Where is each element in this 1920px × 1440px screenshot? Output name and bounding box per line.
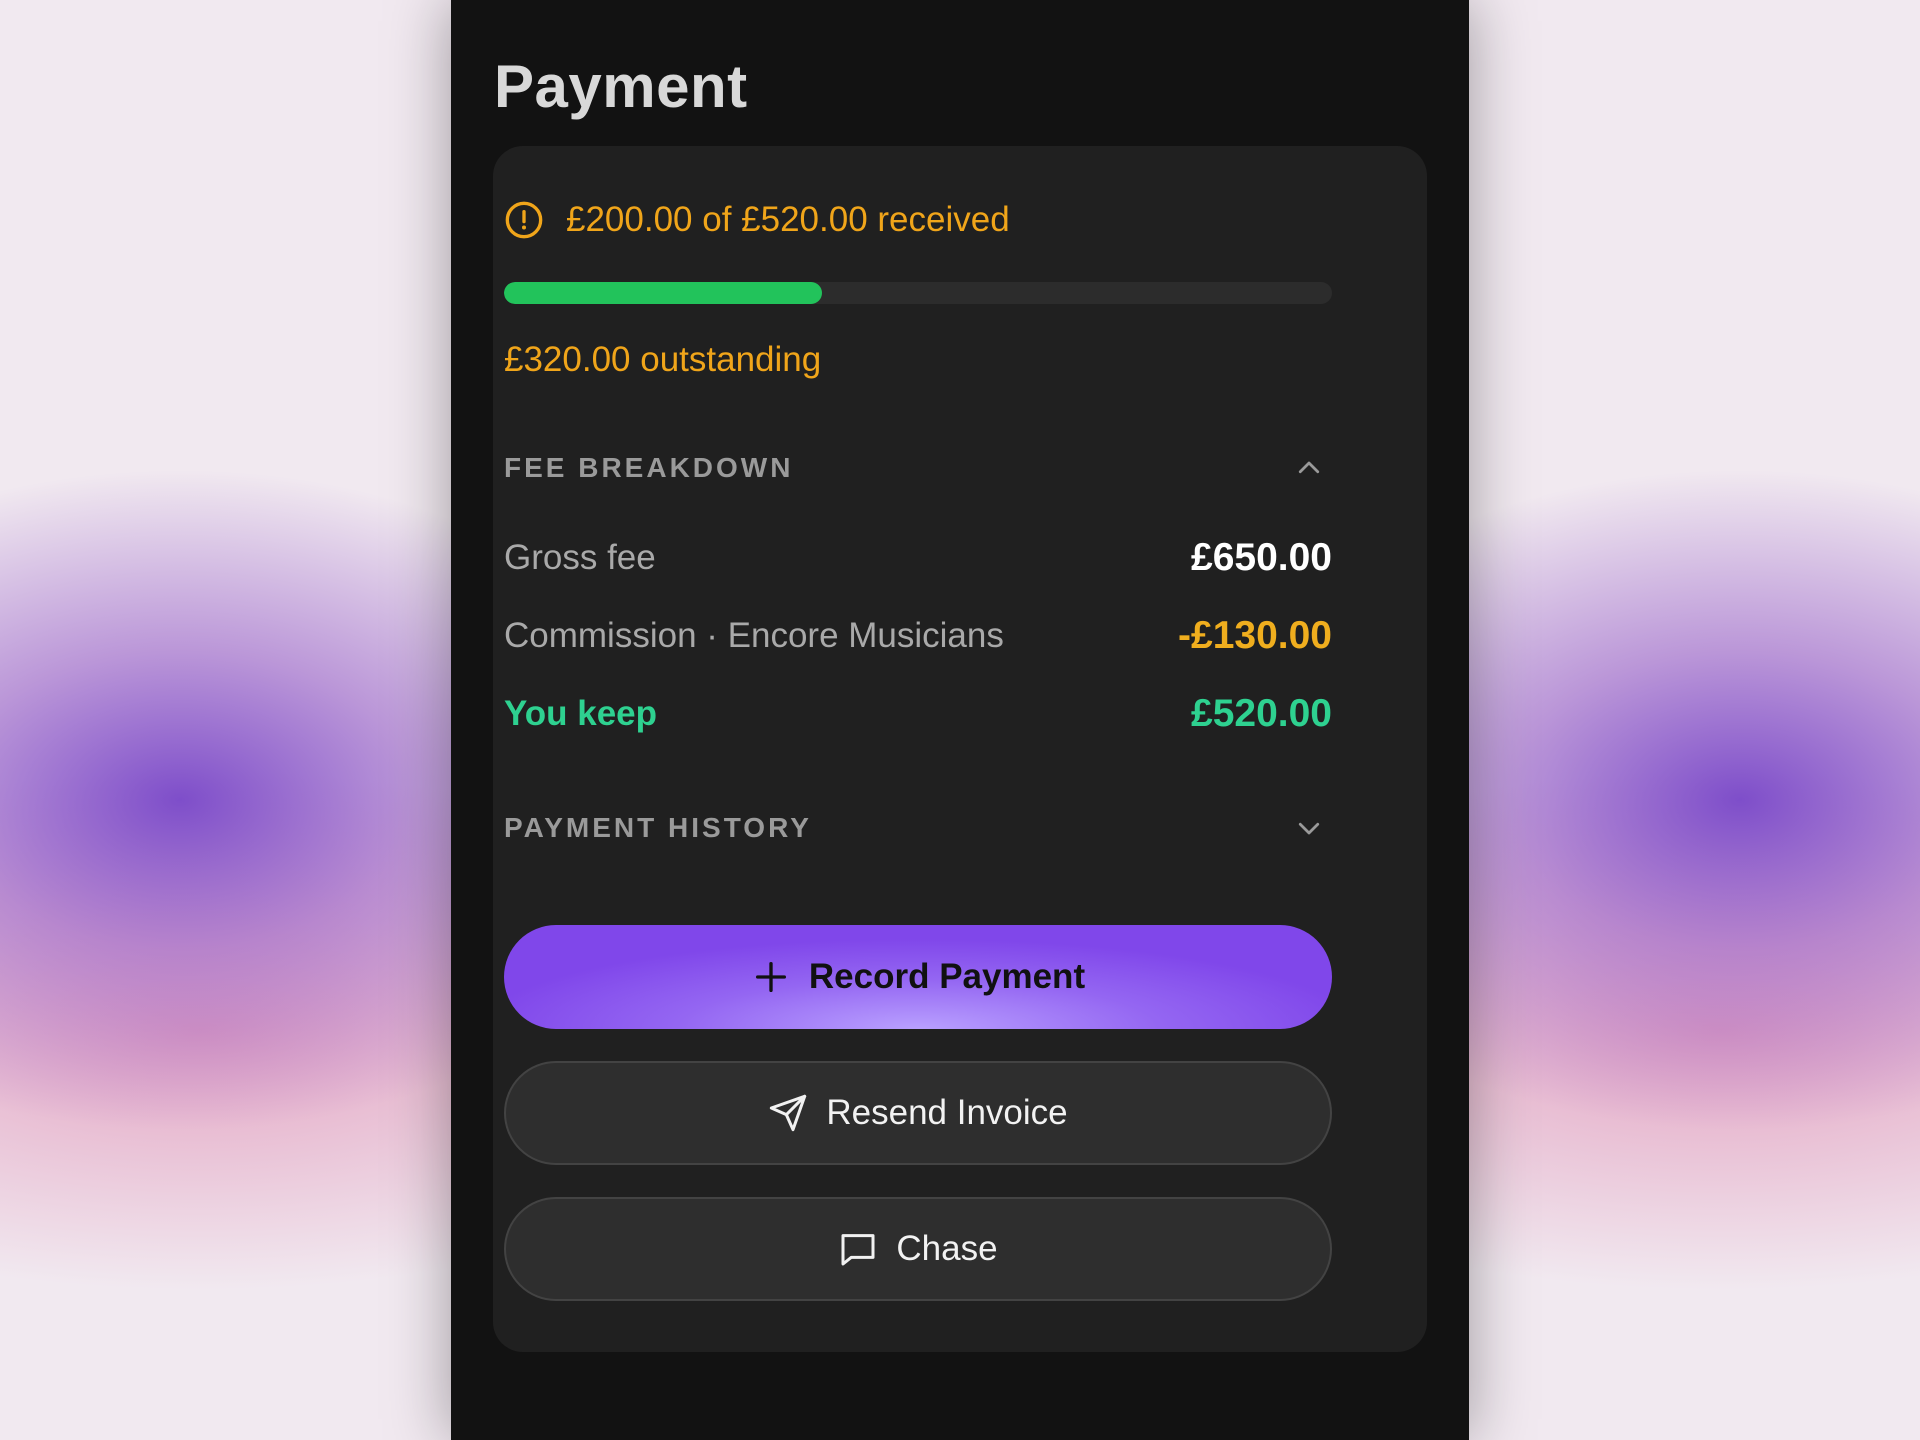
plus-icon [755,962,786,992]
received-amount: £200.00 of £520.00 received [566,200,1010,239]
send-icon [770,1094,807,1132]
payment-progress-fill [504,282,823,304]
payment-history-toggle[interactable]: PAYMENT HISTORY [504,812,1332,844]
chevron-down-icon [1298,822,1320,835]
fee-label: You keep [504,694,658,733]
record-payment-button[interactable]: Record Payment [504,925,1332,1029]
page-title: Payment [494,53,748,120]
payment-progress-bar [504,282,1332,304]
chase-label: Chase [896,1229,998,1268]
chevron-up-icon [1298,461,1320,474]
fee-value: £650.00 [1191,536,1332,579]
app-screen: Payment £200.00 of £520.00 received £320… [451,0,1469,1440]
outstanding-amount: £320.00 outstanding [504,340,822,379]
payment-card [493,146,1427,1352]
fee-label: Commission · Encore Musicians [504,616,1004,655]
fee-value: £520.00 [1191,692,1332,735]
alert-circle-icon [505,201,543,239]
fee-row-commission: Commission · Encore Musicians -£130.00 [504,614,1332,658]
resend-invoice-button[interactable]: Resend Invoice [504,1061,1332,1165]
fee-row-you-keep: You keep £520.00 [504,692,1332,736]
chase-button[interactable]: Chase [504,1197,1332,1301]
fee-breakdown-toggle[interactable]: FEE BREAKDOWN [504,452,1332,484]
fee-value: -£130.00 [1178,614,1332,657]
payment-history-title: PAYMENT HISTORY [504,812,812,843]
fee-breakdown-title: FEE BREAKDOWN [504,452,794,483]
resend-invoice-label: Resend Invoice [826,1093,1068,1132]
fee-row-gross: Gross fee £650.00 [504,536,1332,580]
fee-label: Gross fee [504,538,656,577]
message-square-icon [841,1234,875,1266]
record-payment-label: Record Payment [808,957,1086,996]
payment-status: £200.00 of £520.00 received [504,200,1010,240]
